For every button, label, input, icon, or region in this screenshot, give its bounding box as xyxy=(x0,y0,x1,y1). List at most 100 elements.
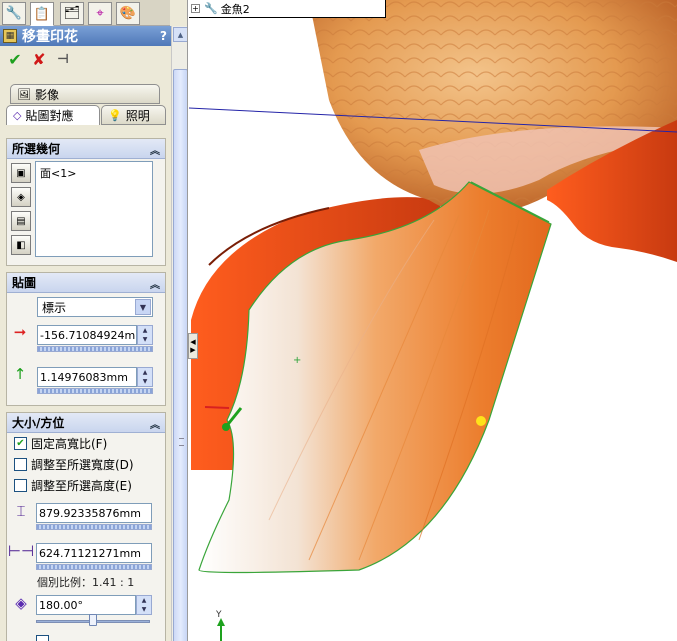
ok-button[interactable]: ✔ xyxy=(3,48,27,70)
horizontal-arrow-icon: ➞ xyxy=(13,323,27,341)
width-stepper[interactable]: 624.71121271mm xyxy=(36,543,152,571)
face-icon: ▣ xyxy=(16,167,26,179)
chevron-up-icon[interactable]: ︽ xyxy=(150,416,160,431)
select-component-button[interactable]: ◈ xyxy=(11,187,31,207)
width-input[interactable]: 624.71121271mm xyxy=(36,543,152,563)
select-faces-button[interactable]: ▣ xyxy=(11,163,31,183)
feature-title-bar: ▦ 移畫印花 ? xyxy=(0,26,171,46)
selection-group-header[interactable]: 所選幾何 ︽ xyxy=(7,139,165,159)
selection-group: 所選幾何 ︽ ▣ ◈ ▤ ◧ 面<1> xyxy=(6,138,166,266)
expand-icon[interactable]: + xyxy=(191,4,200,13)
configuration-manager-tab[interactable]: 🗂 xyxy=(60,2,84,25)
width-thumbwheel[interactable] xyxy=(36,564,152,570)
vertical-thumbwheel[interactable] xyxy=(37,388,153,394)
image-icon: 🖼 xyxy=(17,87,31,101)
vertical-position-stepper[interactable]: 1.14976083mm ▲ ▼ xyxy=(37,367,153,395)
height-input[interactable]: 879.92335876mm xyxy=(36,503,152,523)
tree-item-goldfish[interactable]: 金魚2 xyxy=(221,1,250,17)
spin-arrows[interactable]: ▲ ▼ xyxy=(137,325,153,345)
horizontal-position-stepper[interactable]: -156.71084924mm ▲ ▼ xyxy=(37,325,153,353)
chevron-down-icon[interactable]: ▼ xyxy=(135,299,151,315)
decal-icon: ▦ xyxy=(3,29,17,43)
flyout-feature-tree[interactable]: + 🔧 金魚2 xyxy=(189,0,386,18)
fixed-aspect-checkbox[interactable]: ✔ 固定高寬比(F) xyxy=(14,435,107,451)
angle-input[interactable]: 180.00° xyxy=(36,595,136,615)
spin-arrows[interactable]: ▲ ▼ xyxy=(136,595,152,615)
horizontal-position-input[interactable]: -156.71084924mm xyxy=(37,325,137,345)
mapping-group: 貼圖 ︽ 標示 ▼ ➞ -156.71084924mm ▲ ▼ ↑ 1.14976… xyxy=(6,272,166,406)
dimxpert-tab[interactable]: ⌖ xyxy=(88,2,112,25)
select-part-button[interactable]: ◧ xyxy=(11,235,31,255)
yellow-handle[interactable] xyxy=(476,416,486,426)
height-thumbwheel[interactable] xyxy=(36,524,152,530)
crosshair-icon: ⌖ xyxy=(96,6,104,21)
part-icon: ◧ xyxy=(16,239,26,251)
mapping-type-select[interactable]: 標示 ▼ xyxy=(37,297,153,317)
panel-scrollbar[interactable]: ▲ xyxy=(171,26,187,641)
property-manager-tab[interactable]: 📋 xyxy=(30,2,54,26)
angle-slider[interactable] xyxy=(36,614,150,626)
grip-icon xyxy=(179,438,184,446)
height-stepper[interactable]: 879.92335876mm xyxy=(36,503,152,531)
slider-knob[interactable] xyxy=(89,614,97,626)
chevron-up-icon[interactable]: ︽ xyxy=(150,276,160,291)
mapping-group-header[interactable]: 貼圖 ︽ xyxy=(7,273,165,293)
horizontal-thumbwheel[interactable] xyxy=(37,346,153,352)
feature-title: 移畫印花 xyxy=(22,29,78,45)
pin-icon: ⊣ xyxy=(57,51,69,67)
tab-image[interactable]: 🖼 影像 xyxy=(10,84,160,104)
tab-image-label: 影像 xyxy=(34,87,59,102)
manager-tab-strip: 🔧 📋 🗂 ⌖ 🎨 xyxy=(0,0,170,26)
property-manager-panel: 🔧 📋 🗂 ⌖ 🎨 ▦ 移畫印花 ? ✔ ✘ ⊣ 🖼 影像 ◇ 貼圖對應 💡 照明 所… xyxy=(0,0,188,641)
chevron-up-icon[interactable]: ︽ xyxy=(150,142,160,157)
tab-mapping-label: 貼圖對應 xyxy=(25,109,74,123)
vertical-position-input[interactable]: 1.14976083mm xyxy=(37,367,137,387)
mapping-type-value: 標示 xyxy=(42,300,67,315)
graphics-area[interactable]: + Y xyxy=(189,0,677,641)
action-bar: ✔ ✘ ⊣ xyxy=(0,47,171,71)
tab-lighting-label: 照明 xyxy=(125,108,150,123)
select-body-button[interactable]: ▤ xyxy=(11,211,31,231)
fit-height-checkbox[interactable]: 調整至所選高度(E) xyxy=(14,477,132,493)
red-handle-arrow[interactable] xyxy=(204,406,230,409)
feature-manager-tab[interactable]: 🔧 xyxy=(2,2,26,25)
cancel-button[interactable]: ✘ xyxy=(27,48,51,70)
scroll-up-button[interactable]: ▲ xyxy=(173,27,187,42)
close-icon: ✘ xyxy=(32,49,46,69)
center-marker: + xyxy=(293,355,301,366)
feature-tree-icon: 🔧 xyxy=(5,6,23,21)
scroll-thumb[interactable] xyxy=(173,69,187,641)
check-icon: ✔ xyxy=(8,49,22,69)
selection-list[interactable]: 面<1> xyxy=(35,161,153,257)
fixed-aspect-label: 固定高寬比(F) xyxy=(31,436,108,451)
tab-mapping[interactable]: ◇ 貼圖對應 xyxy=(6,105,100,125)
selection-group-title: 所選幾何 xyxy=(12,142,61,156)
check-icon[interactable]: ✔ xyxy=(14,436,27,450)
fit-height-box[interactable] xyxy=(14,478,27,492)
fit-width-checkbox[interactable]: 調整至所選寬度(D) xyxy=(14,456,134,472)
fit-height-label: 調整至所選高度(E) xyxy=(31,478,132,493)
display-manager-tab[interactable]: 🎨 xyxy=(116,2,140,25)
assembly-icon: 🔧 xyxy=(204,2,218,15)
handle-origin[interactable] xyxy=(222,423,230,431)
size-group-title: 大小/方位 xyxy=(12,416,65,430)
rotation-icon: ◈ xyxy=(15,594,27,612)
mirror-box[interactable] xyxy=(36,634,49,641)
triad-y-label: Y xyxy=(215,610,222,620)
configuration-icon: 🗂 xyxy=(63,6,81,21)
mapping-group-title: 貼圖 xyxy=(12,276,37,290)
model-view: + Y xyxy=(189,0,677,641)
tab-lighting[interactable]: 💡 照明 xyxy=(101,105,166,125)
mirror-checkbox[interactable] xyxy=(36,633,53,641)
spin-arrows[interactable]: ▲ ▼ xyxy=(137,367,153,387)
mapping-icon: ◇ xyxy=(13,109,22,122)
size-group-header[interactable]: 大小/方位 ︽ xyxy=(7,413,165,433)
list-item[interactable]: 面<1> xyxy=(40,165,148,181)
help-button[interactable]: ? xyxy=(160,29,167,43)
aspect-ratio-text: 個別比例：1.41 : 1 xyxy=(37,576,135,589)
panel-collapse-handle[interactable]: ◀ ▶ xyxy=(188,333,198,359)
fit-width-box[interactable] xyxy=(14,457,27,471)
pin-button[interactable]: ⊣ xyxy=(51,48,75,70)
vertical-arrow-icon: ↑ xyxy=(13,365,27,383)
decal-subtabs: 🖼 影像 ◇ 貼圖對應 💡 照明 xyxy=(6,84,166,126)
